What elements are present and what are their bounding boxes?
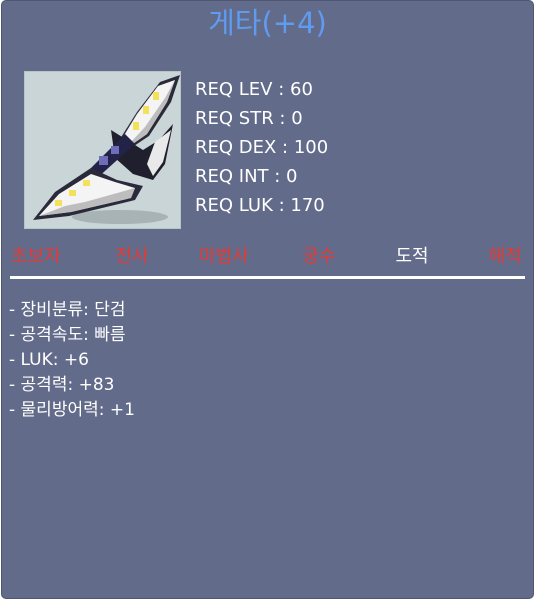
job-archer: 궁수 [302,246,336,267]
stat-defense: - 물리방어력: +1 [9,400,135,420]
dagger-icon-graphic [33,75,180,224]
stats-list: - 장비분류: 단검 - 공격속도: 빠름 - LUK: +6 - 공격력: +… [9,298,135,423]
job-list: 초보자 전사 마법사 궁수 도적 해적 [2,243,533,273]
req-str: REQ STR : 0 [195,108,303,129]
job-magician: 마법사 [199,246,249,267]
job-warrior: 전사 [115,246,149,267]
job-beginner: 초보자 [11,246,61,267]
req-luk: REQ LUK : 170 [195,195,325,216]
item-name: 게타(+4) [208,6,327,40]
job-thief: 도적 [395,246,429,267]
item-tooltip: 게타(+4) REQ LEV: 60 REQ STR: 0 REQ DEX … [1,0,534,599]
requirements-list: REQ LEV : 60 REQ STR : 0 REQ DEX : 100 R… [195,75,328,220]
stat-category: - 장비분류: 단검 [9,300,126,320]
job-pirate: 해적 [488,246,522,267]
dagger-icon [24,71,181,229]
stat-attack-speed: - 공격속도: 빠름 [9,325,126,345]
req-dex: REQ DEX : 100 [195,137,329,158]
stat-luk: - LUK: +6 [9,350,89,370]
stat-attack: - 공격력: +83 [9,375,115,395]
req-level: REQ LEV : 60 [195,79,313,100]
req-int: REQ INT : 0 [195,166,298,187]
divider [10,276,525,279]
